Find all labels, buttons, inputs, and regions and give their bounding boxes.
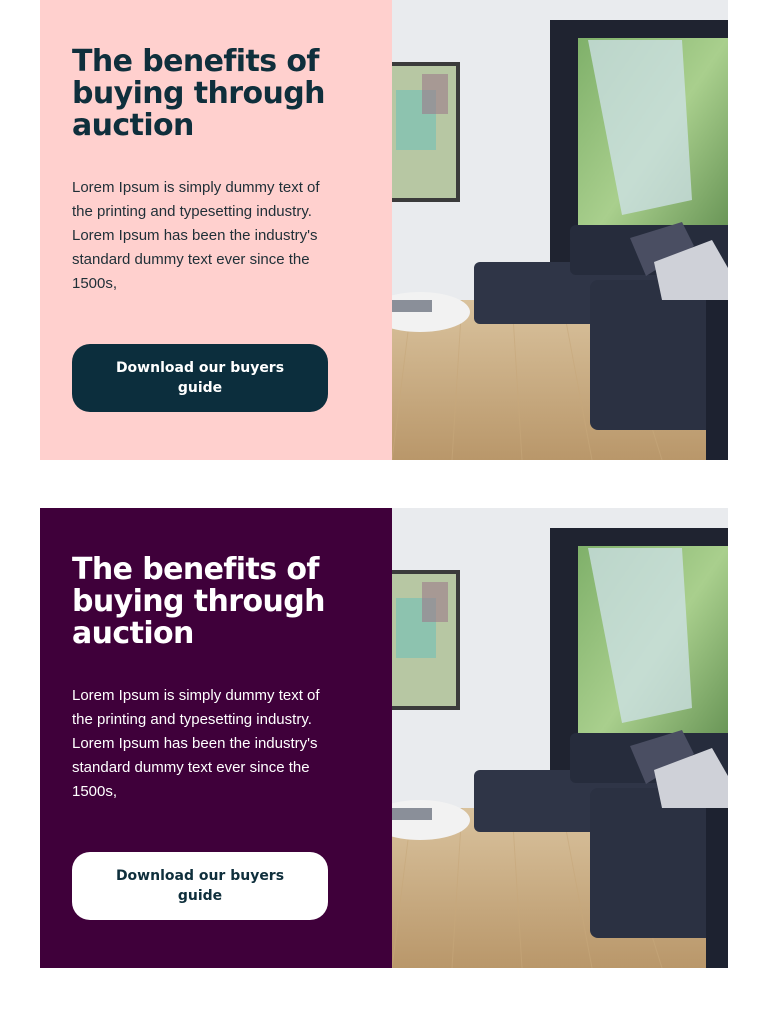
promo-body: Lorem Ipsum is simply dummy text of the … [72, 179, 320, 292]
promo-card-light: The benefits of buying through auction L… [40, 0, 728, 460]
download-buyers-guide-button[interactable]: Download our buyers guide [72, 852, 328, 920]
promo-title: The benefits of buying through auction [72, 552, 325, 651]
promo-body: Lorem Ipsum is simply dummy text of the … [72, 687, 320, 800]
promo-text-column: The benefits of buying through auction L… [40, 0, 392, 460]
promo-title: The benefits of buying through auction [72, 44, 325, 143]
promo-text-column: The benefits of buying through auction L… [40, 508, 392, 968]
promo-card-dark: The benefits of buying through auction L… [40, 508, 728, 968]
download-buyers-guide-button[interactable]: Download our buyers guide [72, 344, 328, 412]
living-room-image [392, 508, 728, 968]
living-room-image [392, 0, 728, 460]
